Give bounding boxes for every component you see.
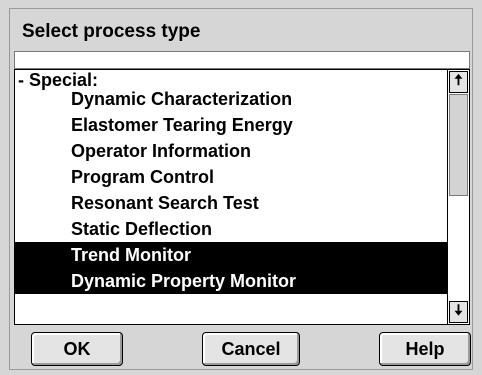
scrollbar-thumb[interactable] bbox=[449, 94, 468, 196]
list-items: - Special: Dynamic Characterization Elas… bbox=[15, 70, 447, 294]
ok-button[interactable]: OK bbox=[31, 332, 123, 366]
list-header-strip bbox=[14, 51, 470, 69]
list-item-dynamic-characterization[interactable]: Dynamic Characterization bbox=[15, 90, 447, 112]
list-item-trend-monitor[interactable]: Trend Monitor bbox=[15, 242, 447, 268]
list-scrollbar[interactable]: 🠅 🠇 bbox=[447, 70, 469, 324]
select-process-dialog: Select process type - Special: Dynamic C… bbox=[9, 8, 473, 370]
dialog-title: Select process type bbox=[22, 21, 201, 42]
process-type-list[interactable]: - Special: Dynamic Characterization Elas… bbox=[14, 69, 470, 325]
list-item-static-deflection[interactable]: Static Deflection bbox=[15, 216, 447, 242]
list-item-resonant-search-test[interactable]: Resonant Search Test bbox=[15, 190, 447, 216]
scroll-down-button[interactable]: 🠇 bbox=[449, 301, 468, 323]
scroll-up-button[interactable]: 🠅 bbox=[449, 71, 468, 93]
list-item-elastomer-tearing-energy[interactable]: Elastomer Tearing Energy bbox=[15, 112, 447, 138]
help-button[interactable]: Help bbox=[379, 332, 471, 366]
arrow-down-icon: 🠇 bbox=[454, 301, 463, 319]
cancel-button[interactable]: Cancel bbox=[202, 332, 300, 366]
list-item-operator-information[interactable]: Operator Information bbox=[15, 138, 447, 164]
list-item-program-control[interactable]: Program Control bbox=[15, 164, 447, 190]
list-item-dynamic-property-monitor[interactable]: Dynamic Property Monitor bbox=[15, 268, 447, 294]
list-group-special[interactable]: - Special: bbox=[15, 70, 447, 90]
arrow-up-icon: 🠅 bbox=[454, 71, 463, 89]
